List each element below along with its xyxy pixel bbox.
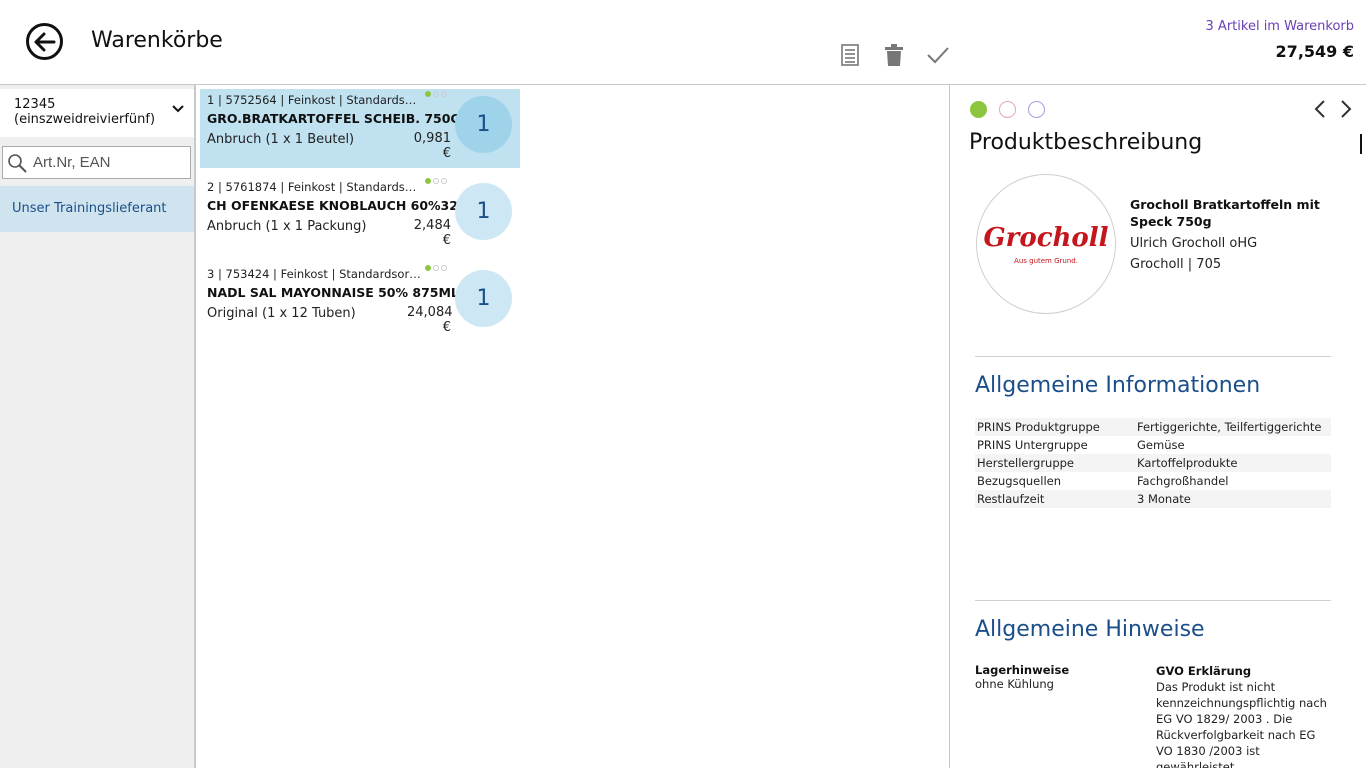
cart-item[interactable]: 1 | 5752564 | Feinkost | Standardsortime… xyxy=(200,89,520,168)
gvo-value: Das Produkt ist nicht kennzeichnungspfli… xyxy=(1156,680,1327,768)
item-price: 2,484 € xyxy=(413,218,451,248)
item-meta: 3 | 753424 | Feinkost | Standardsortimen… xyxy=(207,267,421,281)
chevron-left-icon[interactable] xyxy=(1314,99,1326,119)
product-info: Grocholl Bratkartoffeln mit Speck 750g U… xyxy=(1130,196,1350,272)
item-price: 24,084 € xyxy=(407,305,453,335)
gvo-label: GVO Erklärung xyxy=(1156,664,1252,678)
cart-item[interactable]: 2 | 5761874 | Feinkost | Standardsortime… xyxy=(200,176,520,255)
chevron-right-icon[interactable] xyxy=(1340,99,1352,119)
storage-label: Lagerhinweise xyxy=(975,663,1070,677)
app-header: Warenkörbe 3 Artikel im Warenkorb 27,549… xyxy=(0,0,1366,85)
table-row: Restlaufzeit 3 Monate xyxy=(975,490,1331,508)
delete-button[interactable] xyxy=(882,42,906,68)
page-title: Warenkörbe xyxy=(91,28,223,53)
status-dots xyxy=(425,178,447,184)
table-row: Herstellergruppe Kartoffelprodukte xyxy=(975,454,1331,472)
sidebar: 12345 (einszweidreivierfünf) Unser Train… xyxy=(0,85,196,768)
item-meta: 1 | 5752564 | Feinkost | Standardsortime… xyxy=(207,93,421,107)
general-notes: Lagerhinweise ohne Kühlung GVO Erklärung… xyxy=(975,663,1335,768)
page-dot-2[interactable] xyxy=(999,101,1016,118)
info-key: Bezugsquellen xyxy=(977,474,1061,488)
page-dot-3[interactable] xyxy=(1028,101,1045,118)
page-navigation xyxy=(1314,99,1352,119)
table-row: PRINS Untergruppe Gemüse xyxy=(975,436,1331,454)
logo-text: Grocholl xyxy=(983,223,1109,253)
table-row: Bezugsquellen Fachgroßhandel xyxy=(975,472,1331,490)
page-dot-1[interactable] xyxy=(970,101,987,118)
item-meta: 2 | 5761874 | Feinkost | Standardsortime… xyxy=(207,180,421,194)
info-key: Restlaufzeit xyxy=(975,490,1135,508)
info-key: PRINS Untergruppe xyxy=(977,438,1088,452)
cart-item[interactable]: 3 | 753424 | Feinkost | Standardsortimen… xyxy=(200,263,520,342)
quantity-badge[interactable]: 1 xyxy=(455,183,512,240)
account-number: 12345 xyxy=(14,97,56,112)
text-cursor xyxy=(1360,134,1362,154)
search-box xyxy=(2,146,191,179)
info-key: PRINS Produktgruppe xyxy=(975,418,1135,436)
divider xyxy=(975,600,1331,601)
logo-slogan: Aus gutem Grund. xyxy=(1014,257,1078,265)
storage-notes: Lagerhinweise ohne Kühlung xyxy=(975,663,1156,768)
cart-total: 27,549 € xyxy=(1275,42,1354,61)
trash-icon xyxy=(885,44,903,66)
page-indicator xyxy=(970,101,1045,118)
confirm-button[interactable] xyxy=(926,42,950,68)
list-icon xyxy=(841,44,859,66)
arrow-left-icon xyxy=(34,32,55,51)
storage-value: ohne Kühlung xyxy=(975,677,1054,691)
checkmark-icon xyxy=(927,47,949,64)
info-value: 3 Monate xyxy=(1135,490,1331,508)
info-value: Kartoffelprodukte xyxy=(1135,454,1331,472)
item-price: 0,981 € xyxy=(413,131,451,161)
toolbar xyxy=(838,42,950,68)
product-logo: Grocholl Aus gutem Grund. xyxy=(976,174,1116,314)
status-dots xyxy=(425,265,447,271)
cart-item-count[interactable]: 3 Artikel im Warenkorb xyxy=(1206,19,1354,34)
info-key: Herstellergruppe xyxy=(975,454,1135,472)
product-manufacturer: Ulrich Grocholl oHG xyxy=(1130,236,1258,251)
general-notes-title: Allgemeine Hinweise xyxy=(975,617,1205,642)
general-info-title: Allgemeine Informationen xyxy=(975,373,1261,398)
section-title: Produktbeschreibung xyxy=(969,130,1203,155)
back-button[interactable] xyxy=(26,23,63,60)
info-value: Fachgroßhandel xyxy=(1137,474,1229,488)
cart-summary: 3 Artikel im Warenkorb 27,549 € xyxy=(1206,19,1354,61)
list-button[interactable] xyxy=(838,42,862,68)
status-dots xyxy=(425,91,447,97)
sidebar-item-supplier[interactable]: Unser Trainingslieferant xyxy=(0,186,194,232)
quantity-badge[interactable]: 1 xyxy=(455,270,512,327)
table-row: PRINS Produktgruppe Fertiggerichte, Teil… xyxy=(975,418,1331,436)
cart-item-list: 1 | 5752564 | Feinkost | Standardsortime… xyxy=(200,89,520,350)
general-info-table: PRINS Produktgruppe Fertiggerichte, Teil… xyxy=(975,418,1331,508)
search-input[interactable] xyxy=(33,154,183,171)
quantity-badge[interactable]: 1 xyxy=(455,96,512,153)
divider xyxy=(975,356,1331,357)
product-name: Grocholl Bratkartoffeln mit Speck 750g xyxy=(1130,197,1320,229)
product-detail-panel: Produktbeschreibung Grocholl Aus gutem G… xyxy=(949,85,1366,768)
account-name: (einszweidreivierfünf) xyxy=(14,112,156,127)
product-brand: Grocholl | 705 xyxy=(1130,257,1222,272)
info-value: Fertiggerichte, Teilfertiggerichte xyxy=(1135,418,1331,436)
search-icon xyxy=(8,153,27,173)
gvo-notes: GVO Erklärung Das Produkt ist nicht kenn… xyxy=(1156,663,1332,768)
info-value: Gemüse xyxy=(1137,438,1185,452)
chevron-down-icon xyxy=(172,105,184,113)
account-selector[interactable]: 12345 (einszweidreivierfünf) xyxy=(0,89,194,137)
